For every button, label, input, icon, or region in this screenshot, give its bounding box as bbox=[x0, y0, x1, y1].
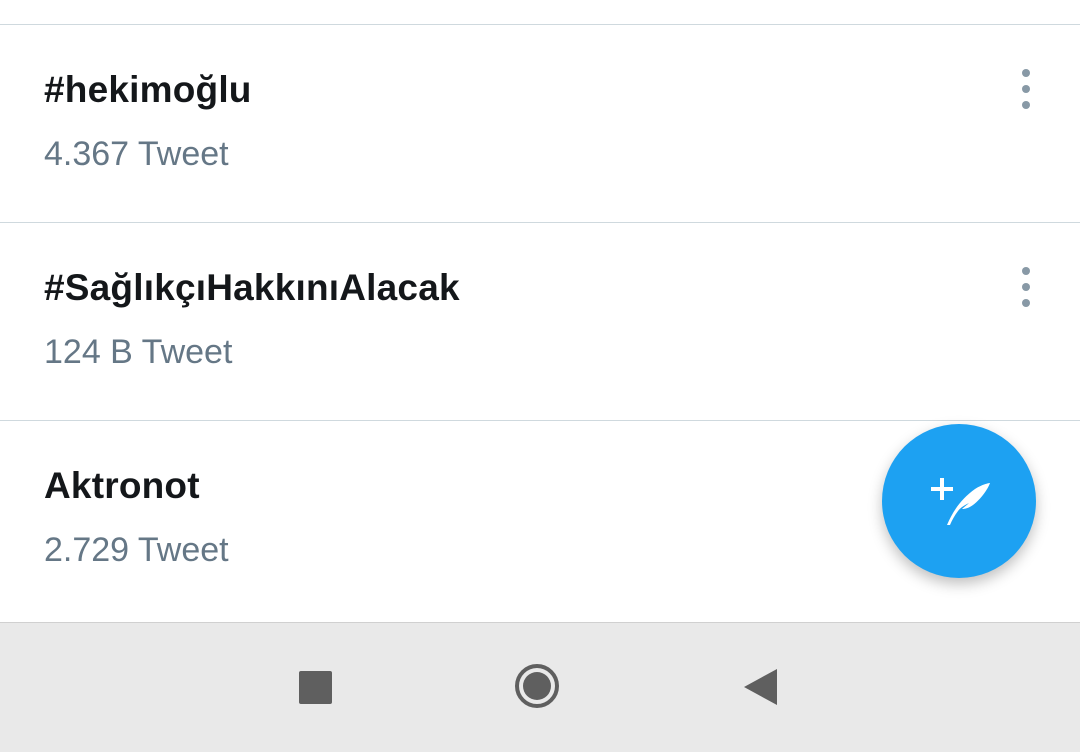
trend-title: Aktronot bbox=[44, 465, 200, 506]
trend-tweet-count: 4.367 Tweet bbox=[44, 135, 229, 173]
screen: #hekimoğlu 4.367 Tweet #SağlıkçıHakkınıA… bbox=[0, 0, 1080, 752]
compose-tweet-icon bbox=[931, 478, 990, 525]
trend-item[interactable]: #SağlıkçıHakkınıAlacak 124 B Tweet bbox=[0, 223, 1080, 421]
trend-title: #SağlıkçıHakkınıAlacak bbox=[44, 267, 460, 308]
system-nav-bar bbox=[0, 622, 1080, 752]
more-options-icon[interactable] bbox=[1014, 69, 1038, 109]
trend-tweet-count: 124 B Tweet bbox=[44, 333, 233, 371]
compose-tweet-button[interactable] bbox=[882, 424, 1036, 578]
back-icon[interactable] bbox=[744, 669, 778, 705]
trend-title: #hekimoğlu bbox=[44, 69, 252, 110]
home-icon[interactable] bbox=[515, 664, 559, 708]
trend-item[interactable]: #hekimoğlu 4.367 Tweet bbox=[0, 25, 1080, 223]
trend-tweet-count: 2.729 Tweet bbox=[44, 531, 229, 569]
more-options-icon[interactable] bbox=[1014, 267, 1038, 307]
recent-apps-icon[interactable] bbox=[299, 671, 332, 704]
